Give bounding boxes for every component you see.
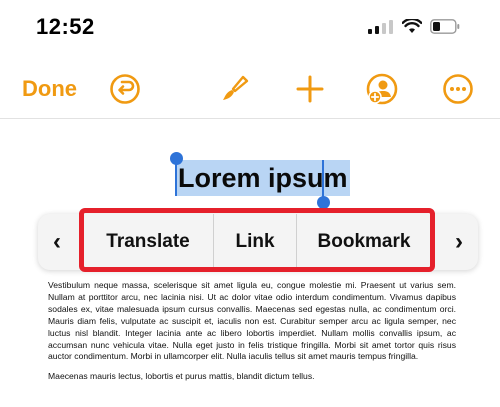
document-body: Vestibulum neque massa, scelerisque sit …: [48, 280, 456, 391]
signal-icon: [368, 19, 393, 34]
add-collaborator-icon[interactable]: [365, 72, 399, 106]
paintbrush-icon[interactable]: [218, 72, 252, 106]
battery-icon: [430, 19, 460, 34]
more-icon[interactable]: [441, 72, 475, 106]
body-paragraph: Maecenas mauris lectus, lobortis et puru…: [48, 371, 315, 382]
plus-icon[interactable]: [293, 72, 327, 106]
wifi-icon: [402, 19, 422, 33]
status-bar: 12:52: [0, 0, 500, 58]
status-time: 12:52: [36, 14, 95, 39]
selection-caret-start: [175, 160, 177, 196]
body-paragraph: Vestibulum neque massa, scelerisque sit …: [48, 280, 456, 362]
undo-icon[interactable]: [108, 72, 142, 106]
toolbar-divider: [0, 118, 500, 119]
selection-caret-end: [322, 160, 324, 200]
highlight-box: [79, 208, 435, 272]
document-toolbar: Done: [0, 58, 500, 120]
menu-next-arrow[interactable]: ›: [440, 214, 478, 270]
menu-prev-arrow[interactable]: ‹: [38, 214, 76, 270]
status-icons: [368, 19, 460, 34]
done-button[interactable]: Done: [22, 76, 77, 102]
